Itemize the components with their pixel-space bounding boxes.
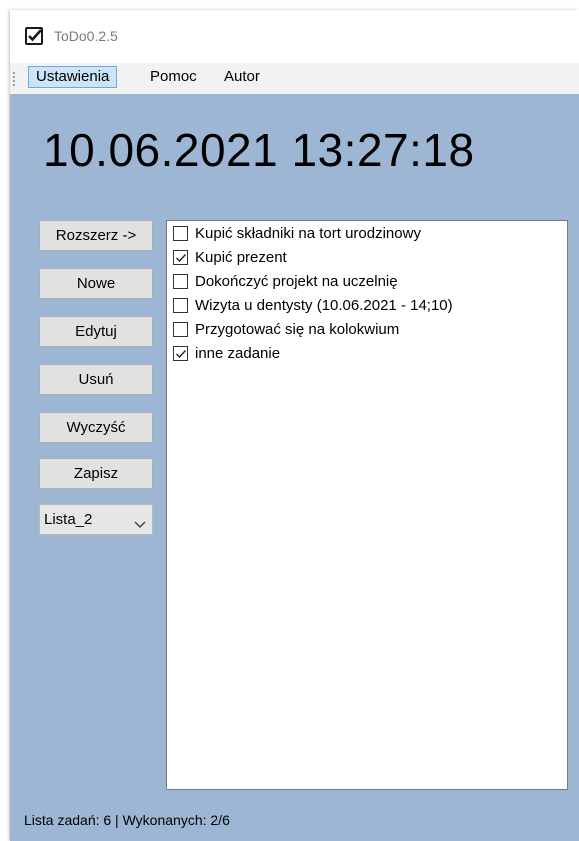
clear-button[interactable]: Wyczyść bbox=[39, 412, 153, 443]
task-checkbox[interactable] bbox=[173, 346, 188, 361]
chevron-down-icon bbox=[134, 516, 146, 534]
task-text: Kupić prezent bbox=[195, 249, 287, 266]
check-icon bbox=[176, 254, 187, 263]
menu-grip bbox=[13, 72, 17, 86]
menu-ustawienia[interactable]: Ustawienia bbox=[28, 66, 118, 88]
checkmark-icon bbox=[25, 27, 43, 45]
list-select-value: Lista_2 bbox=[44, 511, 93, 528]
menu-bar: Ustawienia Pomoc Autor bbox=[10, 63, 579, 94]
new-button[interactable]: Nowe bbox=[39, 268, 153, 299]
status-bar: Lista zadań: 6 | Wykonanych: 2/6 bbox=[24, 812, 230, 828]
delete-button[interactable]: Usuń bbox=[39, 364, 153, 395]
task-text: Wizyta u dentysty (10.06.2021 - 14;10) bbox=[195, 297, 453, 314]
check-icon bbox=[176, 350, 187, 359]
edit-button[interactable]: Edytuj bbox=[39, 316, 153, 347]
task-checkbox[interactable] bbox=[173, 298, 188, 313]
menu-pomoc[interactable]: Pomoc bbox=[143, 66, 204, 88]
task-text: Kupić składniki na tort urodzinowy bbox=[195, 225, 421, 242]
task-checkbox[interactable] bbox=[173, 322, 188, 337]
task-checkbox[interactable] bbox=[173, 250, 188, 265]
clock-display: 10.06.2021 13:27:18 bbox=[43, 124, 475, 176]
task-text: Dokończyć projekt na uczelnię bbox=[195, 273, 398, 290]
task-checkbox[interactable] bbox=[173, 274, 188, 289]
task-text: Przygotować się na kolokwium bbox=[195, 321, 400, 338]
title-bar[interactable]: ToDo0.2.5 bbox=[10, 10, 579, 60]
menu-autor[interactable]: Autor bbox=[217, 66, 267, 88]
task-list[interactable]: Kupić składniki na tort urodzinowy Kupić… bbox=[166, 220, 568, 790]
list-select[interactable]: Lista_2 bbox=[39, 504, 153, 535]
main-panel: 10.06.2021 13:27:18 Rozszerz -> Nowe Edy… bbox=[10, 94, 579, 841]
expand-button[interactable]: Rozszerz -> bbox=[39, 220, 153, 251]
save-button[interactable]: Zapisz bbox=[39, 458, 153, 489]
window-title: ToDo0.2.5 bbox=[54, 28, 118, 44]
task-text: inne zadanie bbox=[195, 345, 281, 362]
app-window: ToDo0.2.5 Ustawienia Pomoc Autor 10.06.2… bbox=[10, 10, 579, 841]
task-checkbox[interactable] bbox=[173, 226, 188, 241]
